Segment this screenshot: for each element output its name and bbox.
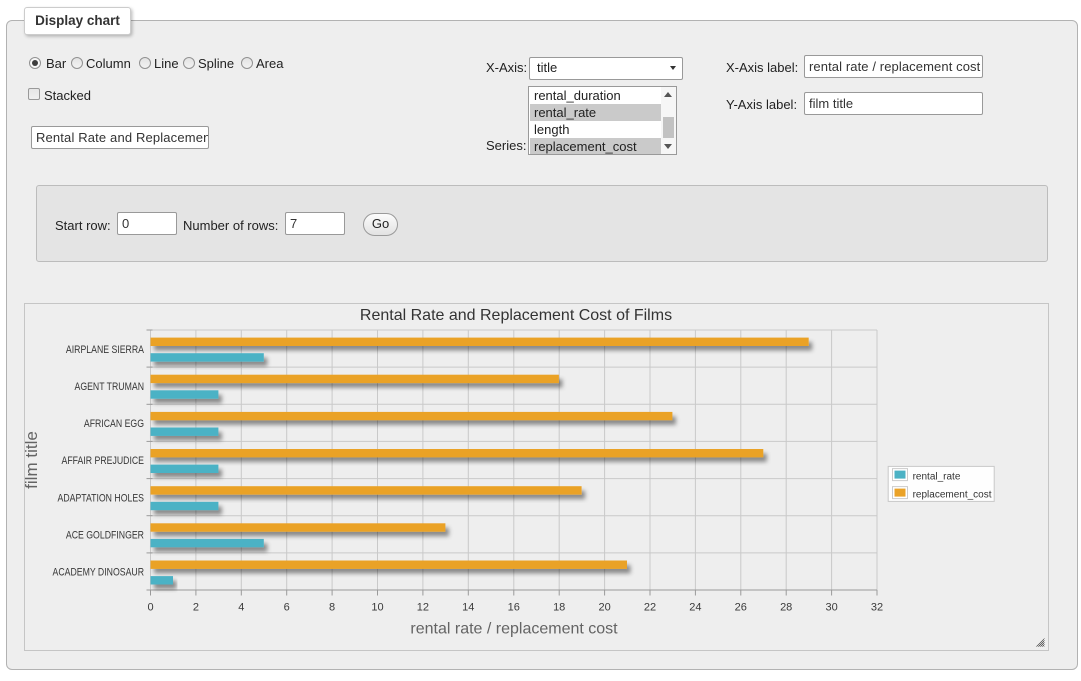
svg-text:26: 26	[735, 602, 747, 614]
svg-text:8: 8	[329, 602, 335, 614]
svg-text:2: 2	[193, 602, 199, 614]
svg-text:4: 4	[238, 602, 244, 614]
svg-text:16: 16	[508, 602, 520, 614]
svg-text:AFRICAN EGG: AFRICAN EGG	[84, 418, 144, 430]
svg-text:12: 12	[417, 602, 429, 614]
svg-text:ACE GOLDFINGER: ACE GOLDFINGER	[66, 530, 144, 542]
svg-text:32: 32	[871, 602, 883, 614]
svg-text:replacement_cost: replacement_cost	[913, 490, 992, 501]
svg-text:30: 30	[825, 602, 837, 614]
svg-text:rental rate / replacement cost: rental rate / replacement cost	[410, 621, 618, 638]
svg-text:AFFAIR PREJUDICE: AFFAIR PREJUDICE	[62, 455, 145, 467]
svg-text:Rental Rate and Replacement Co: Rental Rate and Replacement Cost of Film…	[360, 307, 672, 324]
svg-text:28: 28	[780, 602, 792, 614]
svg-text:20: 20	[598, 602, 610, 614]
svg-text:10: 10	[371, 602, 383, 614]
svg-text:6: 6	[284, 602, 290, 614]
svg-text:ACADEMY DINOSAUR: ACADEMY DINOSAUR	[53, 567, 145, 579]
svg-text:ADAPTATION HOLES: ADAPTATION HOLES	[58, 492, 145, 504]
svg-text:24: 24	[689, 602, 701, 614]
svg-text:18: 18	[553, 602, 565, 614]
svg-text:AGENT TRUMAN: AGENT TRUMAN	[75, 381, 145, 393]
svg-text:rental_rate: rental_rate	[913, 472, 961, 483]
svg-text:22: 22	[644, 602, 656, 614]
svg-text:AIRPLANE SIERRA: AIRPLANE SIERRA	[66, 344, 145, 356]
svg-text:14: 14	[462, 602, 474, 614]
svg-text:film title: film title	[25, 431, 41, 489]
svg-text:0: 0	[147, 602, 153, 614]
